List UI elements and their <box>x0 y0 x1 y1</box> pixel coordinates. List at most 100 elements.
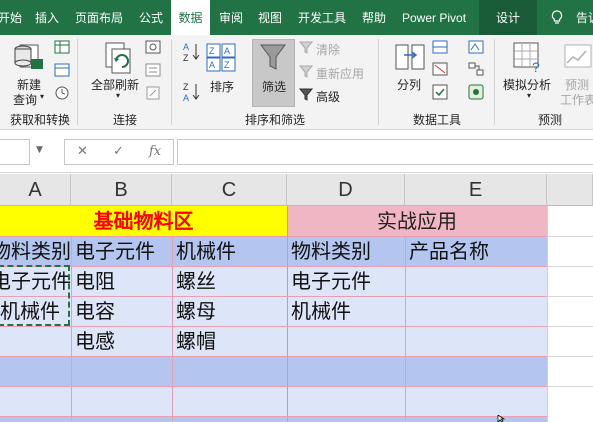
divider <box>494 39 495 125</box>
enter-icon[interactable]: ✓ <box>113 144 124 159</box>
ribbon-data: 新建 查询 ▾ 获取和转换 全部刷新 ▾ 连接 A Z Z A Z A A Z … <box>0 35 593 130</box>
remove-duplicates-icon[interactable] <box>432 62 448 76</box>
connections-icon[interactable] <box>145 40 161 54</box>
data-model-icon[interactable] <box>468 84 484 100</box>
table-icon[interactable] <box>54 40 70 54</box>
tab-insert[interactable]: 插入 <box>35 0 59 35</box>
chevron-down-icon[interactable]: ▾ <box>116 91 120 100</box>
gridline <box>0 386 547 387</box>
filter-icon <box>260 44 286 70</box>
sort-ascending-icon[interactable]: A Z <box>183 41 201 63</box>
cell-c3[interactable]: 机械件 <box>176 236 287 266</box>
group-label-data-tools: 数据工具 <box>413 113 462 127</box>
cell-e5[interactable] <box>409 296 547 326</box>
sort-descending-icon[interactable]: Z A <box>183 81 201 103</box>
name-box[interactable] <box>0 139 30 165</box>
formula-input[interactable] <box>177 139 593 165</box>
clear-button[interactable]: 清除 <box>316 41 340 58</box>
cell-e4[interactable] <box>409 266 547 296</box>
filter-label: 筛选 <box>262 80 287 94</box>
reapply-button[interactable]: 重新应用 <box>316 65 364 82</box>
column-header-f[interactable] <box>547 174 593 206</box>
cell-d4[interactable]: 电子元件 <box>291 266 405 296</box>
tab-power-pivot[interactable]: Power Pivot <box>402 0 466 35</box>
merged-header-basic-materials[interactable]: 基础物料区 <box>0 206 287 236</box>
tab-review[interactable]: 审阅 <box>219 0 243 35</box>
column-header-b[interactable]: B <box>71 174 172 206</box>
reapply-icon <box>299 65 313 78</box>
cell-b3[interactable]: 电子元件 <box>75 236 172 266</box>
divider <box>77 39 78 125</box>
svg-text:Z: Z <box>224 60 230 70</box>
text-to-columns-button[interactable]: 分列 <box>397 76 421 93</box>
group-label-connections: 连接 <box>113 113 138 127</box>
ribbon-tab-bar: 开始 插入 页面布局 公式 数据 审阅 视图 开发工具 帮助 Power Piv… <box>0 0 593 35</box>
forecast-sheet-label-2: 工作表 <box>560 93 593 107</box>
chevron-down-icon[interactable]: ▾ <box>527 91 531 100</box>
tab-data[interactable]: 数据 <box>171 0 210 35</box>
gridline <box>547 266 593 267</box>
cell-d5[interactable]: 机械件 <box>291 296 405 326</box>
cell-a6[interactable] <box>0 326 71 356</box>
cancel-icon[interactable]: ✕ <box>77 144 88 159</box>
cell-b6[interactable]: 电感 <box>75 326 172 356</box>
formula-buttons: ✕ ✓ fx <box>64 139 174 165</box>
row-band <box>0 386 547 416</box>
gridline <box>172 236 173 422</box>
tab-design[interactable]: 设计 <box>479 0 537 35</box>
cell-e6[interactable] <box>409 326 547 356</box>
cell-c4[interactable]: 螺丝 <box>176 266 287 296</box>
new-query-label-2[interactable]: 查询 <box>13 91 37 108</box>
svg-text:A: A <box>209 60 215 70</box>
worksheet-grid: A B C D E 基础物料区 实战应用 物料类别 电子元件 机械件 物料类别 … <box>0 174 593 422</box>
sort-button[interactable]: 排序 <box>210 78 234 95</box>
column-header-e[interactable]: E <box>405 174 547 206</box>
recent-sources-icon[interactable] <box>54 85 70 101</box>
cell-d3[interactable]: 物料类别 <box>291 236 405 266</box>
column-header-a[interactable]: A <box>0 174 71 206</box>
group-label-sort-filter: 排序和筛选 <box>245 113 306 127</box>
mouse-pointer-icon <box>497 415 506 422</box>
consolidate-icon[interactable] <box>468 40 484 54</box>
tab-formulas[interactable]: 公式 <box>139 0 163 35</box>
properties-icon[interactable] <box>145 63 161 77</box>
tab-help[interactable]: 帮助 <box>362 0 386 35</box>
cell-b4[interactable]: 电阻 <box>75 266 172 296</box>
cell-d6[interactable] <box>291 326 405 356</box>
group-label-forecast: 预测 <box>538 113 563 127</box>
chevron-down-icon[interactable]: ▾ <box>40 92 44 101</box>
tab-view[interactable]: 视图 <box>258 0 282 35</box>
flash-fill-icon[interactable] <box>432 40 448 54</box>
cell-e3[interactable]: 产品名称 <box>409 236 547 266</box>
gridline <box>287 206 288 422</box>
merged-header-practical-use[interactable]: 实战应用 <box>287 206 547 236</box>
lightbulb-icon[interactable] <box>551 10 563 25</box>
show-queries-icon[interactable] <box>54 63 70 77</box>
forecast-sheet-icon <box>564 44 592 68</box>
text-to-columns-icon <box>395 44 425 70</box>
cell-c6[interactable]: 螺帽 <box>176 326 287 356</box>
tab-page-layout[interactable]: 页面布局 <box>75 0 123 35</box>
column-header-d[interactable]: D <box>287 174 405 206</box>
gridline <box>547 296 593 297</box>
cell-a3[interactable]: 物料类别 <box>0 236 71 266</box>
group-label-get-transform: 获取和转换 <box>10 113 71 127</box>
insert-function-icon[interactable]: fx <box>149 144 161 159</box>
edit-links-icon[interactable] <box>145 85 161 101</box>
gridline <box>547 326 593 327</box>
refresh-all-button[interactable]: 全部刷新 <box>91 76 139 93</box>
tab-home[interactable]: 开始 <box>0 0 22 35</box>
svg-text:A: A <box>224 46 230 56</box>
new-query-icon <box>14 44 43 69</box>
sort-icon: Z A A Z <box>206 43 236 72</box>
cell-b5[interactable]: 电容 <box>75 296 172 326</box>
data-validation-icon[interactable] <box>432 84 448 100</box>
relationships-icon[interactable] <box>468 62 484 76</box>
cell-c5[interactable]: 螺母 <box>176 296 287 326</box>
tab-tell-me[interactable]: 告诉 <box>576 0 593 35</box>
chevron-down-icon[interactable]: ▼ <box>36 145 43 155</box>
column-header-c[interactable]: C <box>172 174 287 206</box>
advanced-button[interactable]: 高级 <box>316 88 340 105</box>
tab-developer[interactable]: 开发工具 <box>298 0 346 35</box>
gridline <box>547 206 548 422</box>
